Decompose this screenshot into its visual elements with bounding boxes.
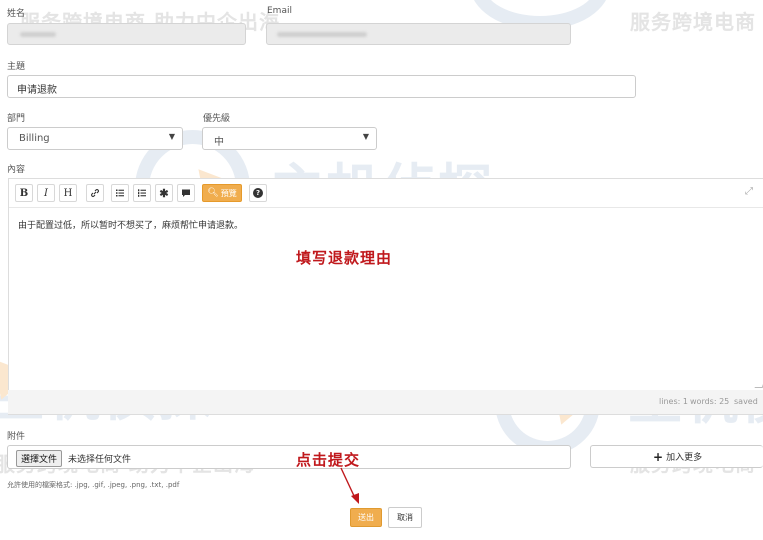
status-lines: lines: 1 [659, 397, 688, 406]
annotation-arrow-icon [340, 467, 359, 504]
name-field[interactable] [7, 23, 246, 45]
watermark-slogan: 服务跨境电商 [630, 10, 756, 34]
department-label: 部門 [7, 114, 26, 124]
italic-button[interactable]: I [37, 184, 55, 202]
heading-button[interactable]: H [59, 184, 77, 202]
department-value: Billing [19, 133, 50, 144]
numbered-list-icon [138, 189, 146, 197]
status-words: words: 25 [690, 397, 730, 406]
comment-button[interactable] [177, 184, 195, 202]
department-select[interactable]: Billing ▼ [7, 127, 183, 150]
subject-input[interactable]: 申请退款 [7, 75, 636, 98]
cancel-button[interactable]: 取消 [388, 507, 422, 528]
allowed-types-text: 允許使用的檔案格式: .jpg, .gif, .jpeg, .png, .txt… [7, 481, 180, 489]
bullet-list-icon [116, 189, 124, 197]
numbered-list-button[interactable] [133, 184, 151, 202]
priority-label: 優先級 [203, 114, 231, 124]
priority-value: 中 [214, 137, 224, 148]
comment-icon [182, 189, 190, 197]
bullet-list-button[interactable] [111, 184, 129, 202]
dropdown-arrow-icon: ▼ [362, 132, 369, 141]
link-button[interactable] [86, 184, 104, 202]
subject-label: 主題 [7, 62, 26, 72]
annotation-fill-reason: 填写退款理由 [296, 249, 393, 267]
status-saved: saved [734, 397, 758, 406]
content-label: 內容 [7, 165, 26, 175]
name-label: 姓名 [7, 9, 26, 19]
priority-select[interactable]: 中 ▼ [202, 127, 377, 150]
asterisk-icon: ✱ [159, 186, 169, 200]
name-value-blurred [20, 32, 56, 37]
dropdown-arrow-icon: ▼ [168, 132, 175, 141]
submit-button[interactable]: 送出 [350, 508, 382, 527]
help-button[interactable]: ? [249, 184, 267, 202]
email-field[interactable] [266, 23, 571, 45]
email-value-blurred [277, 32, 367, 37]
add-more-button[interactable]: + 加入更多 [590, 445, 763, 468]
choose-file-button[interactable]: 選擇文件 [16, 450, 63, 467]
editor-status-bar [8, 390, 763, 414]
fullscreen-icon[interactable]: ⤢ [745, 186, 753, 197]
markdown-editor [8, 178, 763, 415]
link-icon [91, 189, 99, 197]
file-input[interactable]: 選擇文件 未选择任何文件 [7, 445, 571, 469]
file-status-text: 未选择任何文件 [68, 455, 132, 465]
preview-label: 預覽 [220, 188, 237, 198]
add-more-label: 加入更多 [666, 453, 703, 463]
preview-button[interactable]: 🔍︎ 預覽 [202, 184, 242, 202]
plus-icon: + [653, 449, 664, 464]
resize-handle-icon[interactable] [754, 380, 763, 388]
bold-button[interactable]: B [15, 184, 33, 202]
asterisk-button[interactable]: ✱ [155, 184, 173, 202]
question-icon: ? [253, 188, 263, 198]
email-label: Email [267, 6, 292, 16]
attachments-label: 附件 [7, 432, 26, 442]
editor-content[interactable]: 由于配置过低，所以暂时不想买了，麻烦帮忙申请退款。 [18, 218, 243, 231]
search-icon: 🔍︎ [207, 188, 219, 198]
